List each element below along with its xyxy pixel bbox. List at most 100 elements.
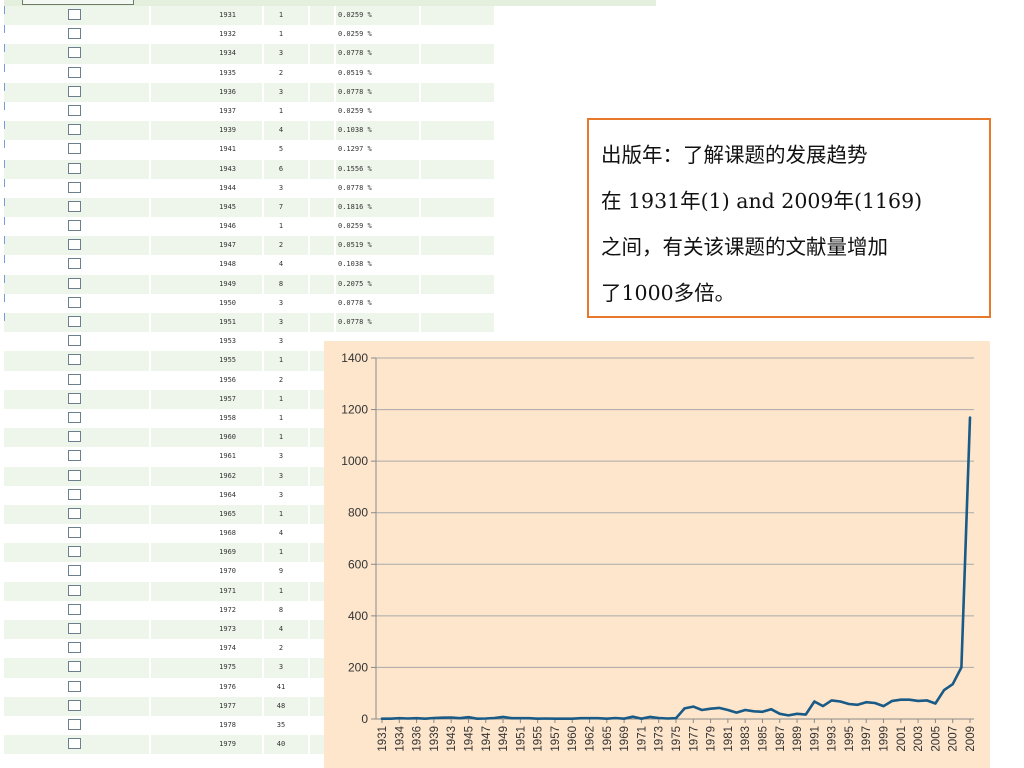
count-cell: 4: [278, 529, 284, 538]
column-divider: [262, 332, 264, 352]
column-divider: [308, 332, 310, 352]
column-divider: [149, 562, 151, 582]
row-checkbox[interactable]: [68, 661, 81, 673]
percent-bar: [4, 293, 5, 302]
row-checkbox[interactable]: [68, 296, 81, 308]
row-checkbox[interactable]: [68, 699, 81, 711]
row-checkbox[interactable]: [68, 738, 81, 750]
column-divider: [262, 658, 264, 678]
row-checkbox[interactable]: [68, 220, 81, 232]
column-divider: [262, 562, 264, 582]
column-divider: [262, 389, 264, 409]
x-tick-label: 1987: [775, 726, 787, 752]
column-divider: [334, 255, 336, 275]
row-checkbox[interactable]: [68, 200, 81, 212]
year-cell: 1979: [219, 740, 236, 749]
row-checkbox[interactable]: [68, 431, 81, 443]
row-checkbox[interactable]: [68, 603, 81, 615]
row-checkbox[interactable]: [68, 488, 81, 500]
x-tick-label: 1971: [636, 726, 648, 752]
row-checkbox[interactable]: [68, 85, 81, 97]
column-divider: [262, 293, 264, 313]
row-checkbox[interactable]: [68, 642, 81, 654]
y-tick-label: 0: [361, 712, 368, 726]
row-checkbox[interactable]: [68, 181, 81, 193]
column-divider: [149, 677, 151, 697]
count-cell: 40: [276, 740, 286, 749]
row-checkbox[interactable]: [68, 239, 81, 251]
row-checkbox[interactable]: [68, 546, 81, 558]
row-checkbox[interactable]: [68, 47, 81, 59]
row-checkbox[interactable]: [68, 469, 81, 481]
row-checkbox[interactable]: [68, 143, 81, 155]
column-divider: [149, 313, 151, 333]
row-checkbox[interactable]: [68, 162, 81, 174]
row-checkbox[interactable]: [68, 373, 81, 385]
column-divider: [149, 600, 151, 620]
percent-cell: 0.0259 %: [338, 106, 372, 115]
column-divider: [308, 140, 310, 160]
percent-bar: [4, 63, 5, 72]
row-checkbox[interactable]: [68, 507, 81, 519]
column-divider: [149, 543, 151, 563]
row-checkbox[interactable]: [68, 28, 81, 40]
x-tick-label: 1939: [429, 726, 441, 752]
percent-cell: 0.0519 %: [338, 241, 372, 250]
row-checkbox[interactable]: [68, 392, 81, 404]
percent-cell: 0.1297 %: [338, 145, 372, 154]
count-cell: 1: [278, 222, 284, 231]
row-checkbox[interactable]: [68, 584, 81, 596]
column-divider: [262, 159, 264, 179]
count-cell: 3: [278, 298, 284, 307]
row-checkbox[interactable]: [68, 527, 81, 539]
x-tick-label: 1962: [585, 726, 597, 752]
column-divider: [419, 274, 421, 294]
count-cell: 3: [278, 490, 284, 499]
row-checkbox[interactable]: [68, 258, 81, 270]
header-button[interactable]: [22, 0, 134, 5]
column-divider: [419, 44, 421, 64]
year-cell: 1958: [219, 413, 236, 422]
row-checkbox[interactable]: [68, 411, 81, 423]
year-cell: 1973: [219, 625, 236, 633]
column-divider: [308, 255, 310, 275]
column-divider: [262, 121, 264, 141]
table-row: 1932 1 0.0259 %: [4, 25, 494, 45]
table-row: 1941 5 0.1297 %: [4, 140, 494, 160]
row-checkbox[interactable]: [68, 66, 81, 78]
row-checkbox[interactable]: [68, 316, 81, 327]
count-cell: 48: [276, 701, 286, 710]
annotation-line-3: 之间，有关该课题的文献量增加: [601, 235, 888, 259]
row-checkbox[interactable]: [68, 9, 81, 20]
row-checkbox[interactable]: [68, 718, 81, 730]
year-cell: 1972: [219, 605, 236, 614]
row-checkbox[interactable]: [68, 623, 81, 634]
column-divider: [262, 485, 264, 505]
year-cell: 1941: [219, 145, 236, 154]
y-tick-label: 1400: [341, 351, 368, 365]
y-tick-label: 600: [348, 557, 368, 571]
column-divider: [308, 620, 310, 640]
column-divider: [149, 658, 151, 678]
row-checkbox[interactable]: [68, 277, 81, 289]
column-divider: [419, 6, 421, 26]
column-divider: [419, 159, 421, 179]
year-cell: 1968: [219, 529, 236, 538]
row-checkbox[interactable]: [68, 354, 81, 366]
x-tick-label: 1973: [654, 726, 666, 752]
row-checkbox[interactable]: [68, 124, 81, 136]
table-row: 1939 4 0.1038 %: [4, 121, 494, 141]
row-checkbox[interactable]: [68, 450, 81, 462]
row-checkbox[interactable]: [68, 335, 81, 347]
row-checkbox[interactable]: [68, 680, 81, 692]
row-checkbox[interactable]: [68, 104, 81, 116]
column-divider: [334, 313, 336, 333]
count-cell: 5: [278, 145, 284, 154]
x-tick-label: 1977: [688, 726, 700, 752]
percent-bar: [4, 44, 5, 53]
column-divider: [149, 293, 151, 313]
row-checkbox[interactable]: [68, 565, 81, 577]
x-tick-label: 1993: [827, 726, 839, 752]
year-cell: 1939: [219, 126, 236, 135]
table-row: 1935 2 0.0519 %: [4, 63, 494, 83]
